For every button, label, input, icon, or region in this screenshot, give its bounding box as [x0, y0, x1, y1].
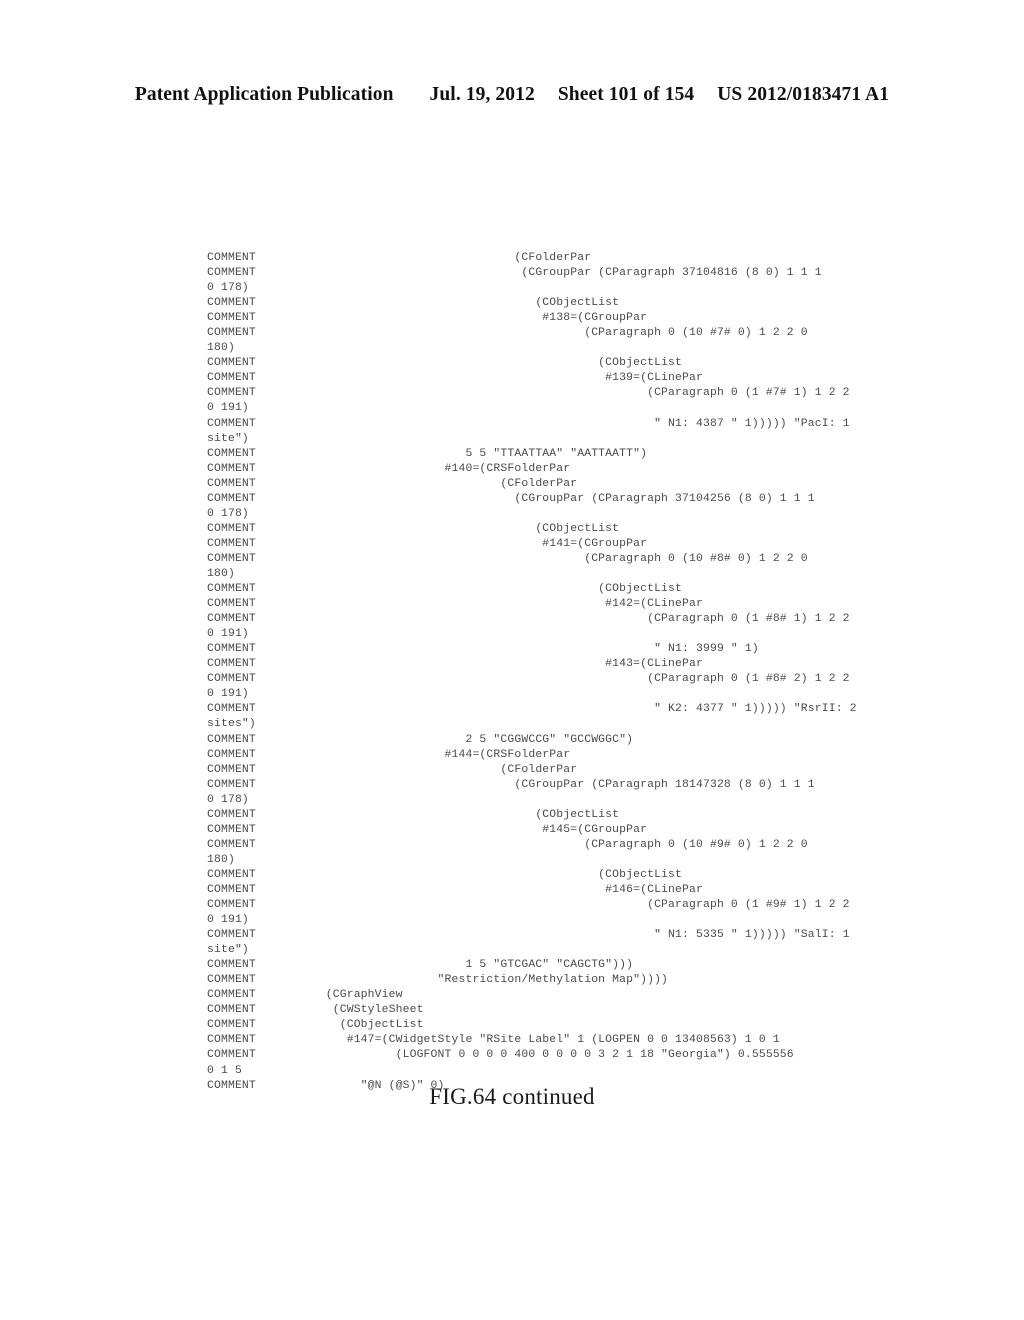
code-line: COMMENT " N1: 5335 " 1))))) "SalI: 1 — [207, 929, 850, 942]
code-line: COMMENT #147=(CWidgetStyle "RSite Label"… — [207, 1034, 780, 1047]
code-line: COMMENT (CObjectList — [207, 868, 683, 881]
code-line: site") — [207, 432, 249, 445]
code-line: COMMENT (CObjectList — [207, 522, 620, 535]
code-line: COMMENT (CParagraph 0 (10 #9# 0) 1 2 2 0 — [207, 838, 808, 851]
code-line: 0 191) — [207, 914, 249, 927]
code-line: COMMENT (CParagraph 0 (1 #9# 1) 1 2 2 — [207, 899, 850, 912]
code-line: 180) — [207, 342, 235, 355]
code-line: COMMENT (CParagraph 0 (10 #8# 0) 1 2 2 0 — [207, 552, 808, 565]
code-line: sites") — [207, 718, 256, 731]
code-line: COMMENT (CObjectList — [207, 583, 683, 596]
code-listing: COMMENT (CFolderPar COMMENT (CGroupPar (C… — [207, 251, 907, 1094]
code-line: COMMENT 1 5 "GTCGAC" "CAGCTG"))) — [207, 959, 634, 972]
code-line: 180) — [207, 853, 235, 866]
code-line: COMMENT 5 5 "TTAATTAA" "AATTAATT") — [207, 447, 648, 460]
code-line: COMMENT #145=(CGroupPar — [207, 823, 648, 836]
code-line: 0 191) — [207, 688, 249, 701]
code-line: COMMENT (CObjectList — [207, 1019, 424, 1032]
code-line: COMMENT #138=(CGroupPar — [207, 312, 648, 325]
publication-label: Patent Application Publication — [134, 84, 394, 105]
code-line: COMMENT #146=(CLinePar — [207, 883, 703, 896]
code-line: COMMENT (CObjectList — [207, 808, 620, 821]
code-line: 0 191) — [207, 402, 249, 415]
code-line: COMMENT (CObjectList — [207, 297, 620, 310]
code-line: COMMENT " N1: 4387 " 1))))) "PacI: 1 — [207, 417, 850, 430]
code-line: COMMENT (CWStyleSheet — [207, 1004, 424, 1017]
code-line: COMMENT (CObjectList — [207, 357, 683, 370]
code-line: 0 191) — [207, 628, 249, 641]
code-line: 180) — [207, 567, 235, 580]
code-line: COMMENT (CGroupPar (CParagraph 37104816 … — [207, 267, 822, 280]
code-line: COMMENT " K2: 4377 " 1))))) "RsrII: 2 — [207, 703, 857, 716]
code-line: COMMENT #140=(CRSFolderPar — [207, 462, 571, 475]
code-line: COMMENT (CGroupPar (CParagraph 18147328 … — [207, 778, 815, 791]
code-line: COMMENT (LOGFONT 0 0 0 0 400 0 0 0 0 3 2… — [207, 1049, 794, 1062]
patent-number: US 2012/0183471 A1 — [717, 84, 890, 105]
code-line: 0 178) — [207, 507, 249, 520]
code-line: COMMENT (CParagraph 0 (1 #8# 2) 1 2 2 — [207, 673, 850, 686]
code-line: 0 1 5 — [207, 1064, 242, 1077]
code-line: COMMENT (CGraphView — [207, 989, 403, 1002]
code-line: COMMENT (CFolderPar — [207, 763, 578, 776]
code-line: COMMENT (CParagraph 0 (1 #8# 1) 1 2 2 — [207, 613, 850, 626]
code-line: COMMENT " N1: 3999 " 1) — [207, 643, 759, 656]
publication-date: Jul. 19, 2012 — [429, 84, 535, 105]
code-line: 0 178) — [207, 793, 249, 806]
page-header: Patent Application Publication Jul. 19, … — [0, 84, 1024, 106]
code-line: COMMENT #144=(CRSFolderPar — [207, 748, 571, 761]
code-line: COMMENT (CFolderPar — [207, 477, 578, 490]
code-line: COMMENT "Restriction/Methylation Map")))… — [207, 974, 669, 987]
code-line: site") — [207, 944, 249, 957]
code-line: COMMENT (CGroupPar (CParagraph 37104256 … — [207, 492, 815, 505]
figure-caption: FIG.64 continued — [429, 1084, 595, 1109]
sheet-number: Sheet 101 of 154 — [557, 84, 695, 105]
code-line: COMMENT (CFolderPar — [207, 252, 592, 264]
code-line: COMMENT (CParagraph 0 (1 #7# 1) 1 2 2 — [207, 387, 850, 400]
code-line: COMMENT 2 5 "CGGWCCG" "GCCWGGC") — [207, 733, 634, 746]
code-line: COMMENT #141=(CGroupPar — [207, 537, 648, 550]
code-line: COMMENT #142=(CLinePar — [207, 598, 703, 611]
code-line: COMMENT #139=(CLinePar — [207, 372, 703, 385]
code-line: COMMENT (CParagraph 0 (10 #7# 0) 1 2 2 0 — [207, 327, 808, 340]
code-line: COMMENT #143=(CLinePar — [207, 658, 703, 671]
code-line: 0 178) — [207, 282, 249, 295]
